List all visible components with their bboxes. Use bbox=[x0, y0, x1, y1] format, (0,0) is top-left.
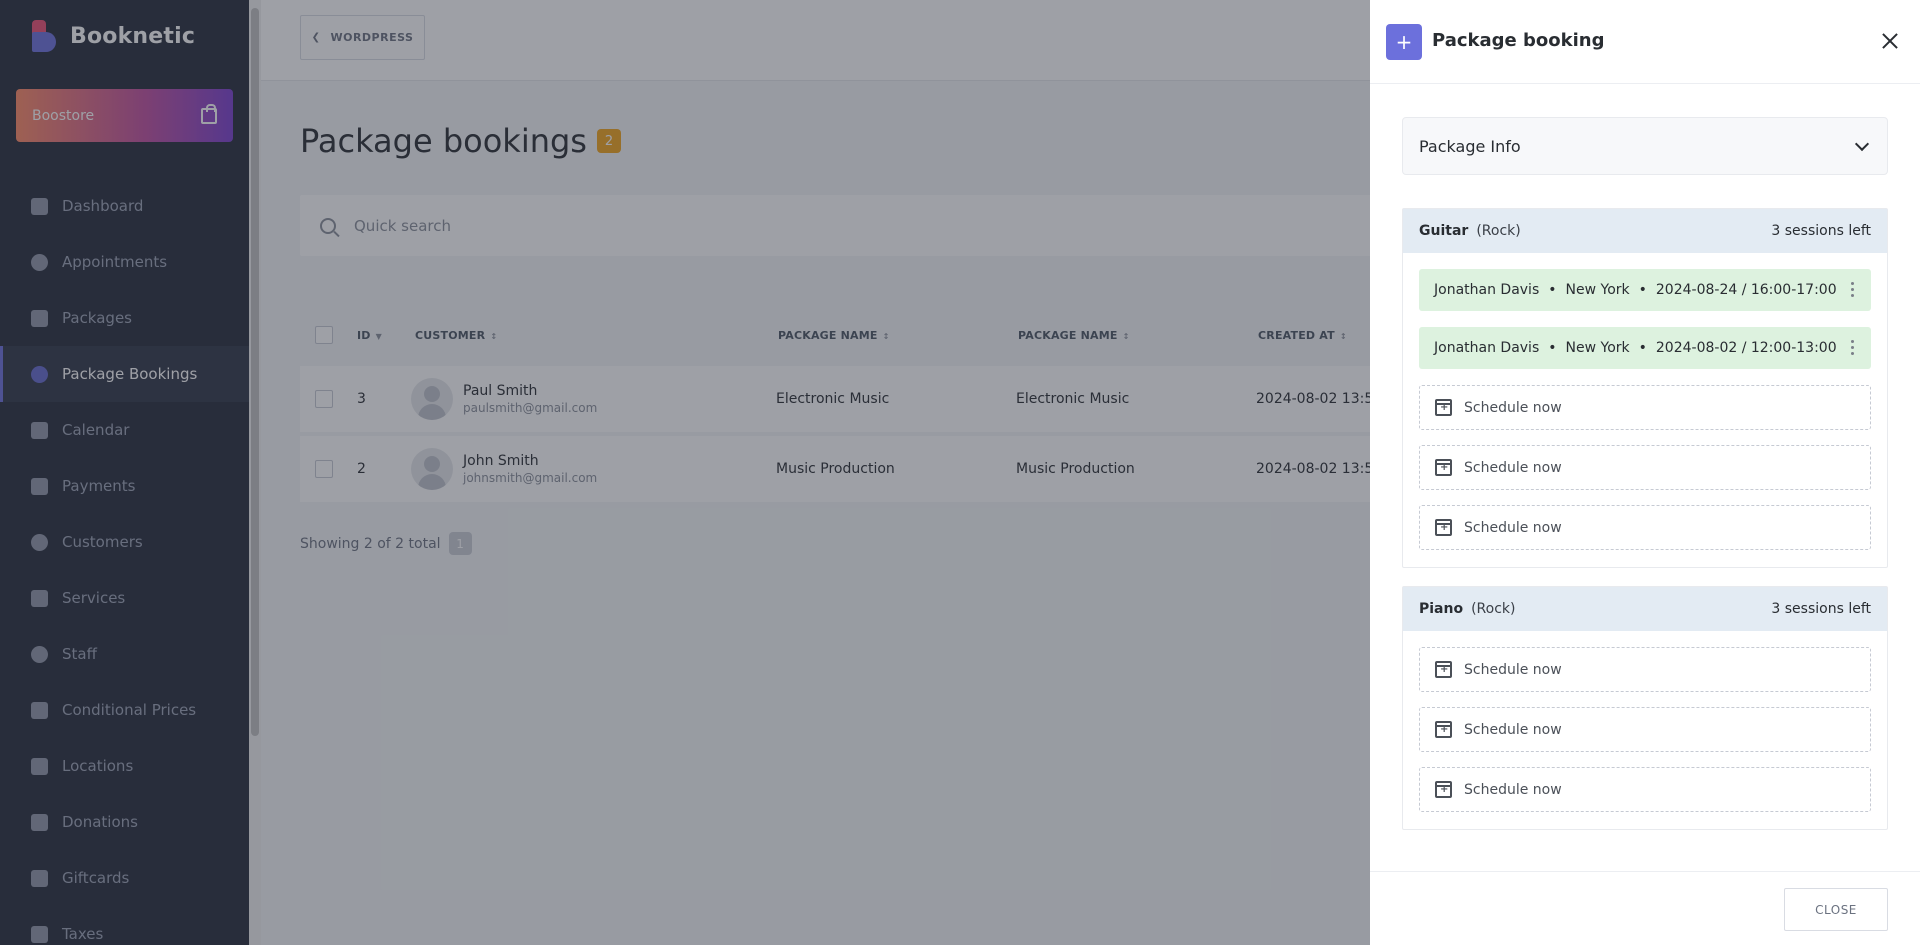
session-location: New York bbox=[1565, 282, 1630, 298]
booked-session[interactable]: Jonathan Davis • New York • 2024-08-02 /… bbox=[1419, 327, 1871, 369]
session-datetime: 2024-08-24 / 16:00-17:00 bbox=[1655, 282, 1837, 298]
schedule-now-label: Schedule now bbox=[1464, 399, 1562, 416]
sessions-left: 3 sessions left bbox=[1771, 223, 1871, 239]
package-info-accordion[interactable]: Package Info bbox=[1402, 117, 1888, 175]
session-staff: Jonathan Davis bbox=[1434, 340, 1540, 356]
schedule-now-button[interactable]: Schedule now bbox=[1419, 445, 1871, 490]
package-booking-panel: + Package booking Package Info Guitar (Ro… bbox=[1370, 0, 1920, 945]
schedule-now-button[interactable]: Schedule now bbox=[1419, 767, 1871, 812]
calendar-plus-icon bbox=[1435, 781, 1452, 798]
service-card-piano: Piano (Rock) 3 sessions left Schedule now… bbox=[1402, 586, 1888, 830]
panel-footer: CLOSE bbox=[1370, 871, 1920, 945]
schedule-now-button[interactable]: Schedule now bbox=[1419, 505, 1871, 550]
calendar-plus-icon bbox=[1435, 721, 1452, 738]
service-card-guitar: Guitar (Rock) 3 sessions left Jonathan Da… bbox=[1402, 208, 1888, 568]
calendar-plus-icon bbox=[1435, 661, 1452, 678]
schedule-now-button[interactable]: Schedule now bbox=[1419, 647, 1871, 692]
separator: • bbox=[1638, 282, 1647, 298]
modal-backdrop[interactable] bbox=[0, 0, 1370, 945]
session-datetime: 2024-08-02 / 12:00-13:00 bbox=[1655, 340, 1837, 356]
booked-session[interactable]: Jonathan Davis • New York • 2024-08-24 /… bbox=[1419, 269, 1871, 311]
service-header: Guitar (Rock) 3 sessions left bbox=[1403, 209, 1887, 253]
plus-icon: + bbox=[1386, 24, 1422, 60]
schedule-now-button[interactable]: Schedule now bbox=[1419, 707, 1871, 752]
schedule-now-label: Schedule now bbox=[1464, 459, 1562, 476]
chevron-down-icon bbox=[1854, 136, 1870, 151]
close-icon[interactable] bbox=[1878, 29, 1902, 53]
session-staff: Jonathan Davis bbox=[1434, 282, 1540, 298]
schedule-now-label: Schedule now bbox=[1464, 519, 1562, 536]
calendar-plus-icon bbox=[1435, 519, 1452, 536]
calendar-plus-icon bbox=[1435, 399, 1452, 416]
session-location: New York bbox=[1565, 340, 1630, 356]
service-header: Piano (Rock) 3 sessions left bbox=[1403, 587, 1887, 631]
schedule-now-label: Schedule now bbox=[1464, 661, 1562, 678]
panel-header: + Package booking bbox=[1370, 0, 1920, 84]
separator: • bbox=[1548, 340, 1557, 356]
panel-title: Package booking bbox=[1432, 30, 1605, 51]
schedule-now-button[interactable]: Schedule now bbox=[1419, 385, 1871, 430]
calendar-plus-icon bbox=[1435, 459, 1452, 476]
service-category: (Rock) bbox=[1476, 223, 1521, 239]
package-info-label: Package Info bbox=[1419, 136, 1521, 156]
separator: • bbox=[1638, 340, 1647, 356]
service-name: Guitar bbox=[1419, 223, 1469, 239]
schedule-now-label: Schedule now bbox=[1464, 781, 1562, 798]
service-name: Piano bbox=[1419, 601, 1464, 617]
close-button[interactable]: CLOSE bbox=[1784, 888, 1888, 931]
separator: • bbox=[1548, 282, 1557, 298]
schedule-now-label: Schedule now bbox=[1464, 721, 1562, 738]
sessions-left: 3 sessions left bbox=[1771, 601, 1871, 617]
service-category: (Rock) bbox=[1471, 601, 1516, 617]
more-options-icon[interactable] bbox=[1851, 282, 1854, 298]
more-options-icon[interactable] bbox=[1851, 340, 1854, 356]
